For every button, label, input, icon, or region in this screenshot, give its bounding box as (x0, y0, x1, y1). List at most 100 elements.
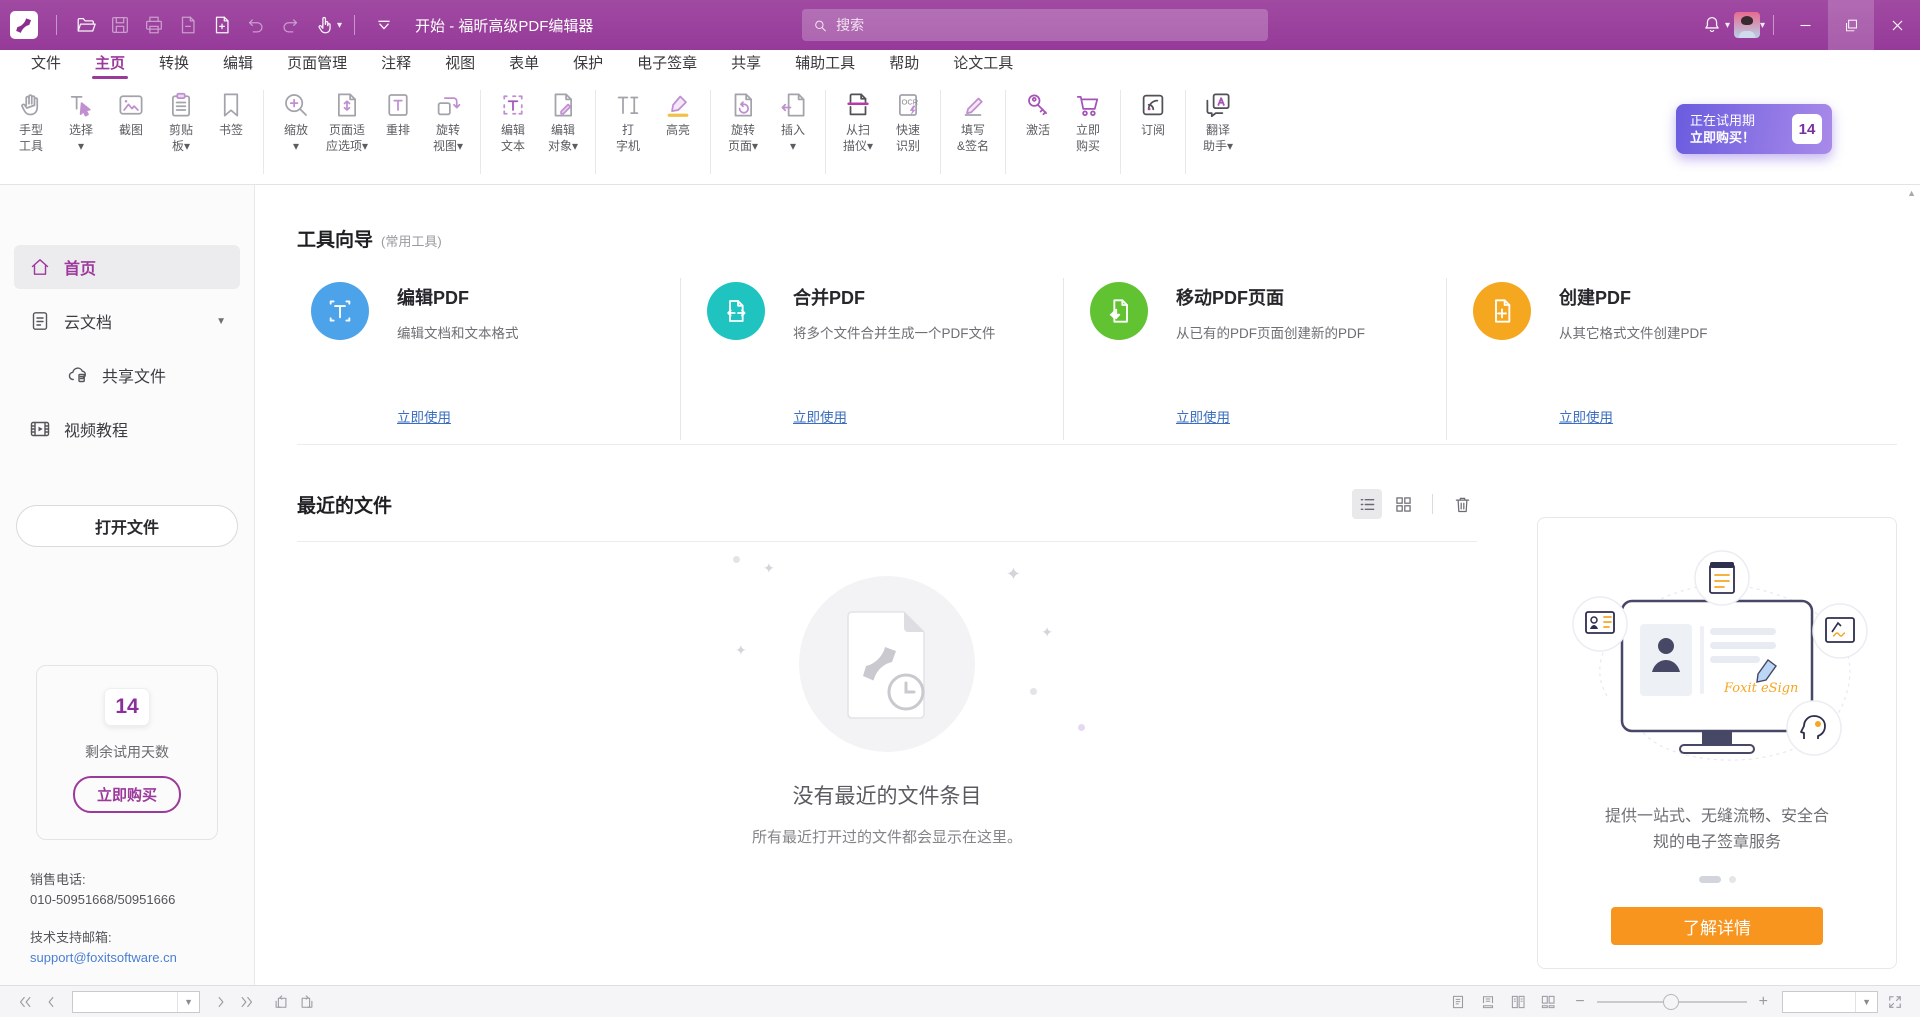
touch-mode-button[interactable] (307, 8, 341, 42)
buy-now-button[interactable]: 立即购买 (73, 776, 181, 813)
typewriter-tool-button[interactable]: 打字机 (603, 86, 653, 156)
create-pdf-use-now-link[interactable]: 立即使用 (1559, 406, 1613, 426)
clear-recent-button[interactable] (1447, 489, 1477, 519)
from-scanner-tool-button[interactable]: 从扫描仪▾ (833, 86, 883, 156)
search-input[interactable] (836, 17, 1258, 33)
reflow-tool-tool-button[interactable]: 重排 (373, 86, 423, 140)
zoom-combo-caret-icon[interactable]: ▼ (1855, 992, 1877, 1012)
close-button[interactable] (1874, 0, 1920, 50)
carousel-dot[interactable] (1729, 876, 1736, 883)
account-caret-icon[interactable]: ▾ (1760, 20, 1765, 31)
open-file-button[interactable]: 打开文件 (16, 505, 238, 547)
bell-icon (1701, 14, 1723, 36)
sidebar-item-video-tutorials[interactable]: 视频教程 (14, 407, 240, 451)
fill-sign-tool-button[interactable]: 填写&签名 (948, 86, 998, 156)
sidebar-item-home[interactable]: 首页 (14, 245, 240, 289)
page-number-input[interactable] (73, 995, 177, 1009)
trial-card: 14 剩余试用天数 立即购买 (36, 665, 218, 840)
learn-more-button[interactable]: 了解详情 (1611, 907, 1823, 945)
open-file-button[interactable] (69, 8, 103, 42)
continuous-view-button[interactable] (1475, 989, 1501, 1015)
edit-text-tool-button[interactable]: 编辑文本 (488, 86, 538, 156)
menu-item-4[interactable]: 页面管理 (270, 49, 364, 80)
zoom-in-icon[interactable]: + (1755, 993, 1772, 1011)
previous-view-button[interactable] (268, 989, 294, 1015)
zoom-slider-knob[interactable] (1663, 994, 1679, 1010)
edit-object-tool-button[interactable]: 编辑对象▾ (538, 86, 588, 156)
redo-button[interactable] (273, 8, 307, 42)
carousel-dot-active[interactable] (1699, 876, 1721, 883)
menu-item-2[interactable]: 转换 (142, 49, 206, 80)
menu-file[interactable]: 文件 (14, 49, 78, 80)
menu-item-9[interactable]: 电子签章 (620, 49, 714, 80)
next-view-button[interactable] (294, 989, 320, 1015)
page-combo-caret-icon[interactable]: ▼ (177, 992, 199, 1012)
global-search[interactable] (802, 9, 1268, 41)
menu-item-5[interactable]: 注释 (364, 49, 428, 80)
print-button[interactable] (137, 8, 171, 42)
menu-item-13[interactable]: 论文工具 (936, 49, 1030, 80)
zoom-slider[interactable]: − + (1571, 993, 1772, 1011)
snapshot-tool-tool-button[interactable]: 截图 (106, 86, 156, 140)
zoom-level-input[interactable] (1783, 995, 1855, 1009)
zoom-slider-track[interactable] (1597, 1001, 1747, 1003)
zoom-out-icon[interactable]: − (1571, 993, 1588, 1011)
zoom-level-combo[interactable]: ▼ (1782, 991, 1878, 1013)
zoom-tool-tool-button[interactable]: 缩放▾ (271, 86, 321, 156)
quick-ocr-tool-button[interactable]: OCR快速识别 (883, 86, 933, 156)
facing-view-button[interactable] (1505, 989, 1531, 1015)
delete-pages-button[interactable] (171, 8, 205, 42)
move-pdf-pages-use-now-link[interactable]: 立即使用 (1176, 406, 1230, 426)
restore-button[interactable] (1828, 0, 1874, 50)
support-email-link[interactable]: support@foxitsoftware.cn (30, 948, 254, 968)
translate-assistant-tool-button[interactable]: 翻译助手▾ (1193, 86, 1243, 156)
activate-tool-button[interactable]: 激活 (1013, 86, 1063, 140)
list-view-button[interactable] (1352, 489, 1382, 519)
save-button[interactable] (103, 8, 137, 42)
previous-page-button[interactable] (38, 989, 64, 1015)
menu-item-6[interactable]: 视图 (428, 49, 492, 80)
account-button[interactable] (1730, 8, 1764, 42)
menu-item-11[interactable]: 辅助工具 (778, 49, 872, 80)
ribbon-collapse-button[interactable] (367, 8, 401, 42)
highlight-tool-button[interactable]: 高亮 (653, 86, 703, 140)
next-page-button[interactable] (208, 989, 234, 1015)
facing-continuous-view-button[interactable] (1535, 989, 1561, 1015)
menu-item-12[interactable]: 帮助 (872, 49, 936, 80)
fullscreen-button[interactable] (1882, 989, 1908, 1015)
minimize-button[interactable] (1782, 0, 1828, 50)
menu-item-1[interactable]: 主页 (78, 49, 142, 80)
page-number-combo[interactable]: ▼ (72, 991, 200, 1013)
notifications-button[interactable] (1695, 8, 1729, 42)
sidebar-caret-icon[interactable]: ▼ (216, 316, 226, 327)
insert-pages-tool-button[interactable]: 插入▾ (768, 86, 818, 156)
add-pages-button[interactable] (205, 8, 239, 42)
subscribe-tool-button[interactable]: 订阅 (1128, 86, 1178, 140)
bookmark-tool-tool-button[interactable]: 书签 (206, 86, 256, 140)
edit-pdf-use-now-link[interactable]: 立即使用 (397, 406, 451, 426)
recent-files-empty-state: ✦ ✦ ✦ ✦ 没有最近的文件条目 所有最近打开过的文件都会显示在这里。 (607, 576, 1167, 847)
menu-item-8[interactable]: 保护 (556, 49, 620, 80)
undo-button[interactable] (239, 8, 273, 42)
merge-pdf-use-now-link[interactable]: 立即使用 (793, 406, 847, 426)
first-page-button[interactable] (12, 989, 38, 1015)
menu-item-7[interactable]: 表单 (492, 49, 556, 80)
rotate-view-tool-button[interactable]: 旋转视图▾ (423, 86, 473, 156)
sidebar-item-cloud-docs[interactable]: 云文档▼ (14, 299, 240, 343)
page-fit-options-tool-button[interactable]: 页面适应选项▾ (321, 86, 373, 156)
single-page-view-button[interactable] (1445, 989, 1471, 1015)
grid-view-button[interactable] (1388, 489, 1418, 519)
menu-item-10[interactable]: 共享 (714, 49, 778, 80)
rotate-pages-tool-button[interactable]: 旋转页面▾ (718, 86, 768, 156)
menu-item-3[interactable]: 编辑 (206, 49, 270, 80)
hand-tool-tool-button[interactable]: 手型工具 (6, 86, 56, 156)
user-avatar[interactable] (1734, 12, 1760, 38)
buy-now-tool-button[interactable]: 立即购买 (1063, 86, 1113, 156)
carousel-dots[interactable] (1699, 876, 1736, 883)
last-page-button[interactable] (234, 989, 260, 1015)
sidebar-item-shared-files[interactable]: 共享文件 (14, 353, 240, 397)
trial-banner[interactable]: 正在试用期 立即购买！ 14 (1676, 104, 1832, 154)
select-tool-tool-button[interactable]: 选择▾ (56, 86, 106, 156)
clipboard-tool-tool-button[interactable]: 剪贴板▾ (156, 86, 206, 156)
touch-mode-caret-icon[interactable]: ▾ (337, 20, 342, 31)
